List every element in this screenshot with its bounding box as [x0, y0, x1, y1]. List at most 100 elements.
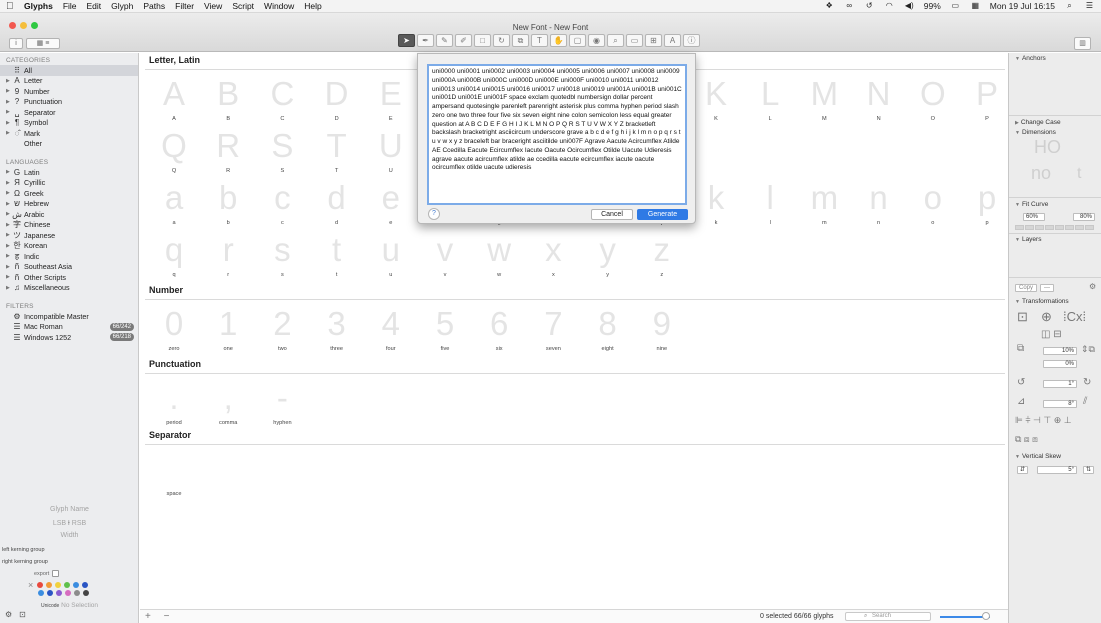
color-label-swatch[interactable] — [55, 582, 62, 588]
sidebar-item-hebrew[interactable]: ▶ ש Hebrew — [0, 199, 138, 210]
skew-up-icon[interactable]: ⇅ — [1083, 466, 1094, 474]
glyph-cell[interactable]: kk — [689, 180, 743, 227]
slant-input[interactable]: 8° — [1043, 400, 1077, 408]
battery-icon[interactable]: ▭ — [950, 2, 961, 10]
glyph-cell[interactable]: LL — [743, 76, 797, 123]
vertical-skew-section[interactable]: ▼ Vertical Skew — [1015, 453, 1061, 460]
copy-button[interactable]: Copy — [1015, 284, 1037, 292]
sidebar-item-separator[interactable]: ▶ ␣ Separator — [0, 107, 138, 118]
sidebar-item-other-scripts[interactable]: ▶ ñ Other Scripts — [0, 272, 138, 283]
glyph-cell[interactable]: PP — [960, 76, 1008, 123]
glyph-cell[interactable]: AA — [147, 76, 201, 123]
color-label-swatch[interactable] — [82, 582, 89, 588]
right-kerning-group[interactable]: right kerning group — [2, 559, 48, 565]
scale-tool-icon[interactable]: ⧉ — [512, 34, 529, 47]
draw-tool-icon[interactable]: ✒ — [417, 34, 434, 47]
remove-layer-button[interactable]: — — [1040, 284, 1054, 292]
glyph-cell[interactable]: vv — [418, 232, 472, 279]
layer-gear-icon[interactable]: ⚙ — [1089, 282, 1096, 291]
menu-paths[interactable]: Paths — [143, 1, 165, 11]
menu-glyph[interactable]: Glyph — [111, 1, 133, 11]
transformations-section[interactable]: ▼ Transformations — [1015, 298, 1069, 305]
group-title[interactable]: Number — [149, 285, 183, 295]
glyph-cell[interactable]: 2 two — [255, 306, 309, 353]
glyph-names-textarea[interactable]: uni0000 uni0001 uni0002 uni0003 uni0004 … — [427, 64, 687, 205]
dropbox-icon[interactable]: ❖ — [824, 2, 835, 10]
glyph-cell[interactable]: ll — [743, 180, 797, 227]
annotation-tool-icon[interactable]: ◉ — [588, 34, 605, 47]
zoom-tool-icon[interactable]: ⌕ — [607, 34, 624, 47]
sidebar-item-japanese[interactable]: ▶ ツ Japanese — [0, 230, 138, 241]
view-mode-toggle[interactable]: ▦ ≡ — [26, 38, 60, 49]
glyph-cell[interactable]: . period — [147, 380, 201, 427]
glyph-cell[interactable]: 4 four — [364, 306, 418, 353]
glyph-cell[interactable]: ss — [255, 232, 309, 279]
glyph-cell[interactable]: 7 seven — [526, 306, 580, 353]
glyph-cell[interactable]: xx — [526, 232, 580, 279]
scale-apply-icon[interactable]: ⇕⧉ — [1081, 344, 1095, 355]
pencil-tool-icon[interactable]: ✎ — [436, 34, 453, 47]
lsb-label[interactable]: LSB — [53, 520, 66, 527]
glyph-preview-icon[interactable]: A — [664, 34, 681, 47]
transform-origin-icon[interactable]: ⊡ — [1017, 309, 1028, 325]
sidebar-item-all[interactable]: ⠿ All — [0, 65, 138, 76]
sidebar-item-greek[interactable]: ▶ Ω Greek — [0, 188, 138, 199]
volume-icon[interactable]: ◀) — [904, 2, 915, 10]
select-tool-icon[interactable]: ➤ — [398, 34, 415, 47]
change-case-section[interactable]: ▶ Change Case — [1015, 119, 1061, 126]
glyph-cell[interactable]: NN — [852, 76, 906, 123]
glyph-cell[interactable]: 8 eight — [581, 306, 635, 353]
font-info-icon[interactable]: ⓘ — [683, 34, 700, 47]
glyph-cell[interactable]: zz — [635, 232, 689, 279]
group-title[interactable]: Separator — [149, 430, 191, 440]
slant-apply-icon[interactable]: ⫽ — [1083, 396, 1087, 407]
color-label-swatch[interactable] — [37, 582, 44, 588]
glyph-cell[interactable]: OO — [906, 76, 960, 123]
color-label-swatch[interactable] — [46, 582, 53, 588]
glyph-cell[interactable]: ww — [472, 232, 526, 279]
measure-tool-icon[interactable]: ▭ — [626, 34, 643, 47]
rotate-tool-icon[interactable]: ↻ — [493, 34, 510, 47]
color-label-swatch[interactable] — [56, 590, 62, 596]
time-machine-icon[interactable]: ↺ — [864, 2, 875, 10]
search-input[interactable]: ⌕ Search — [845, 612, 931, 621]
glyph-name-field[interactable]: Glyph Name — [0, 506, 139, 513]
cancel-button[interactable]: Cancel — [591, 209, 633, 220]
slant-icon[interactable]: ⊿ — [1017, 396, 1025, 407]
components-tool-icon[interactable]: ⊞ — [645, 34, 662, 47]
comment-tool-icon[interactable]: ▢ — [569, 34, 586, 47]
menu-file[interactable]: File — [63, 1, 77, 11]
glyph-cell[interactable]: oo — [906, 180, 960, 227]
center-origin-icon[interactable]: ⊕ — [1041, 309, 1052, 325]
sidebar-toggle-icon[interactable]: ▥ — [1074, 37, 1091, 50]
sidebar-item-number[interactable]: ▶ 9 Number — [0, 86, 138, 97]
export-checkbox[interactable] — [52, 570, 60, 577]
notification-center-icon[interactable]: ☰ — [1084, 2, 1095, 10]
menu-help[interactable]: Help — [304, 1, 321, 11]
glyph-cell[interactable]: MM — [797, 76, 851, 123]
rsb-label[interactable]: RSB — [72, 520, 86, 527]
generate-button[interactable]: Generate — [637, 209, 688, 220]
sidebar-item-incompatible-master[interactable]: ⚙ Incompatible Master — [0, 311, 138, 322]
sidebar-item-cyrillic[interactable]: ▶ Я Cyrillic — [0, 178, 138, 189]
help-button[interactable]: ? — [428, 208, 440, 220]
sidebar-item-arabic[interactable]: ▶ ش Arabic — [0, 209, 138, 220]
glyph-cell[interactable]: QQ — [147, 128, 201, 175]
sidebar-item-latin[interactable]: ▶ G Latin — [0, 167, 138, 178]
sidebar-item-letter[interactable]: ▶ A Letter — [0, 76, 138, 87]
glyph-cell[interactable]: DD — [310, 76, 364, 123]
menu-app[interactable]: Glyphs — [24, 1, 53, 11]
glyph-cell[interactable]: EE — [364, 76, 418, 123]
color-label-swatch[interactable] — [65, 590, 71, 596]
glyph-cell[interactable]: - hyphen — [255, 380, 309, 427]
scale-input-2[interactable]: 0% — [1043, 360, 1077, 368]
glyph-cell[interactable]: TT — [310, 128, 364, 175]
sidebar-item-symbol[interactable]: ▶ ¶ Symbol — [0, 118, 138, 129]
clear-color-icon[interactable]: × — [28, 580, 33, 590]
fit-curve-max-input[interactable]: 80% — [1073, 213, 1095, 221]
group-title[interactable]: Punctuation — [149, 359, 201, 369]
color-label-swatch[interactable] — [74, 590, 80, 596]
info-button[interactable]: i — [9, 38, 23, 49]
glyph-cell[interactable]: qq — [147, 232, 201, 279]
flip-icons[interactable]: ◫ ⊟ — [1041, 329, 1062, 340]
